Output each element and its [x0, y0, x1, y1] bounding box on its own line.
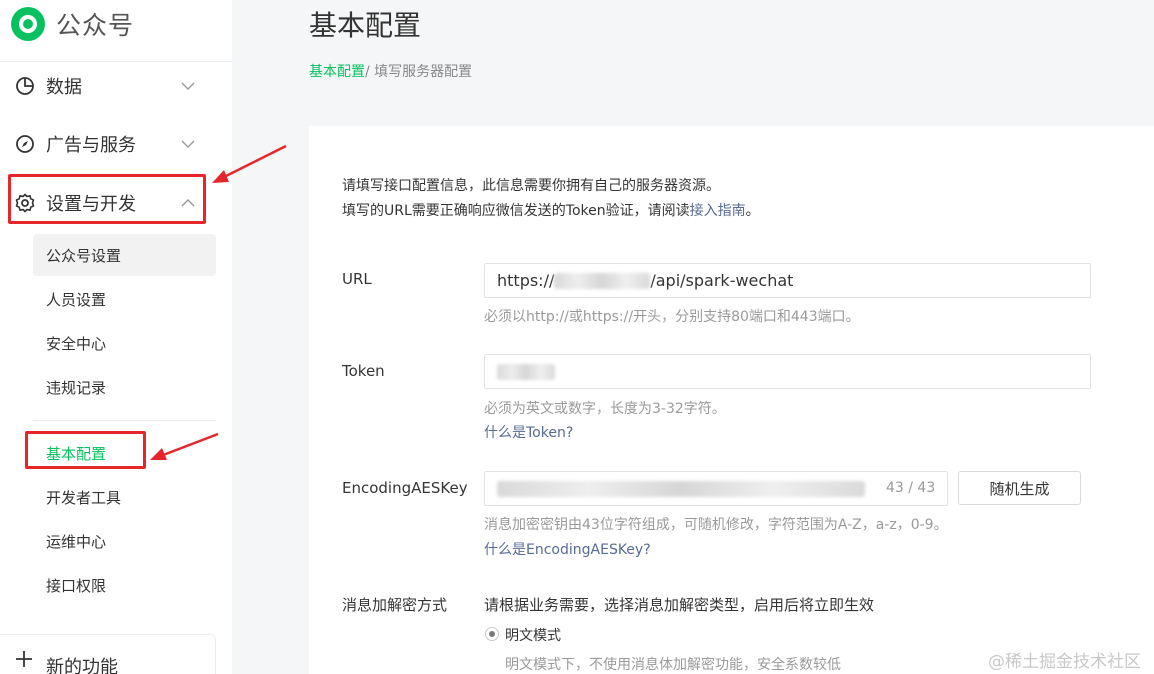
random-generate-button[interactable]: 随机生成 — [958, 471, 1081, 505]
compass-icon — [16, 135, 34, 153]
sidebar-item-violation-records[interactable]: 违规记录 — [33, 366, 216, 408]
url-label: URL — [342, 270, 372, 288]
chevron-down-icon — [181, 82, 195, 90]
plus-icon — [16, 651, 32, 667]
plain-mode-radio[interactable] — [485, 627, 499, 641]
sidebar-group-label: 设置与开发 — [46, 194, 136, 215]
redacted-aeskey — [497, 480, 865, 497]
aeskey-input[interactable] — [484, 471, 948, 506]
sidebar-group-data[interactable]: 数据 — [0, 58, 232, 114]
encryption-mode-description: 请根据业务需要，选择消息加解密类型，启用后将立即生效 — [484, 596, 875, 614]
url-hint: 必须以http://或https://开头，分别支持80端口和443端口。 — [484, 309, 860, 325]
wechat-official-logo-icon — [11, 7, 45, 41]
intro-line-2-prefix: 填写的URL需要正确响应微信发送的Token验证，请阅读 — [342, 203, 690, 219]
what-is-aeskey-link[interactable]: 什么是EncodingAESKey? — [484, 539, 651, 559]
token-label: Token — [342, 362, 385, 380]
sidebar-group-label: 数据 — [46, 77, 82, 98]
new-function-button[interactable]: 新的功能 — [0, 634, 216, 674]
intro-text: 请填写接口配置信息，此信息需要你拥有自己的服务器资源。 填写的URL需要正确响应… — [342, 174, 760, 224]
aeskey-label: EncodingAESKey — [342, 479, 468, 497]
sidebar-group-label: 广告与服务 — [46, 135, 136, 156]
breadcrumb-root-link[interactable]: 基本配置 — [309, 64, 365, 80]
plain-mode-description: 明文模式下，不使用消息体加解密功能，安全系数较低 — [505, 657, 841, 673]
sidebar-group-settings-dev[interactable]: 设置与开发 — [0, 175, 232, 231]
token-input[interactable] — [484, 354, 1091, 389]
url-value-suffix: /api/spark-wechat — [650, 271, 794, 290]
chevron-up-icon — [181, 199, 195, 207]
sidebar-item-ops-center[interactable]: 运维中心 — [33, 520, 216, 562]
new-function-label: 新的功能 — [46, 657, 118, 674]
what-is-token-link[interactable]: 什么是Token? — [484, 422, 573, 442]
breadcrumb-current: 填写服务器配置 — [374, 64, 473, 80]
redacted-token — [497, 363, 555, 380]
access-guide-link[interactable]: 接入指南 — [690, 203, 746, 219]
app-name: 公众号 — [56, 11, 135, 40]
token-hint: 必须为英文或数字，长度为3-32字符。 — [484, 401, 726, 417]
sidebar-item-developer-tools[interactable]: 开发者工具 — [33, 476, 216, 518]
redacted-domain — [554, 272, 651, 289]
sidebar: 公众号 数据 广告与服务 设置与开发 公众号设置 人员设置 安全中心 违规记录 … — [0, 0, 232, 674]
intro-line-2-suffix: 。 — [745, 203, 760, 219]
watermark: @稀土掘金技术社区 — [988, 652, 1141, 672]
gear-icon — [15, 193, 35, 213]
aeskey-char-counter: 43 / 43 — [886, 480, 936, 496]
sidebar-item-basic-config[interactable]: 基本配置 — [33, 432, 216, 474]
sidebar-item-account-settings[interactable]: 公众号设置 — [33, 234, 216, 276]
sidebar-group-ads-services[interactable]: 广告与服务 — [0, 116, 232, 172]
sidebar-item-personnel-settings[interactable]: 人员设置 — [33, 278, 216, 320]
sidebar-divider — [33, 420, 216, 421]
intro-line-2: 填写的URL需要正确响应微信发送的Token验证，请阅读接入指南。 — [342, 199, 760, 224]
plain-mode-label[interactable]: 明文模式 — [505, 625, 561, 645]
chevron-down-icon — [181, 140, 195, 148]
aeskey-hint: 消息加密密钥由43位字符组成，可随机修改，字符范围为A-Z，a-z，0-9。 — [484, 517, 948, 533]
sidebar-item-security-center[interactable]: 安全中心 — [33, 322, 216, 364]
url-value-prefix: https:// — [497, 271, 555, 290]
breadcrumb-separator: / — [365, 64, 375, 80]
app-logo[interactable]: 公众号 — [10, 4, 134, 44]
sidebar-item-api-permissions[interactable]: 接口权限 — [33, 564, 216, 606]
page-title: 基本配置 — [309, 9, 422, 42]
pie-chart-icon — [16, 77, 34, 95]
breadcrumb: 基本配置/ 填写服务器配置 — [309, 61, 472, 81]
encryption-mode-label: 消息加解密方式 — [342, 596, 448, 614]
url-input[interactable]: https:// /api/spark-wechat — [484, 263, 1091, 298]
intro-line-1: 请填写接口配置信息，此信息需要你拥有自己的服务器资源。 — [342, 178, 720, 194]
